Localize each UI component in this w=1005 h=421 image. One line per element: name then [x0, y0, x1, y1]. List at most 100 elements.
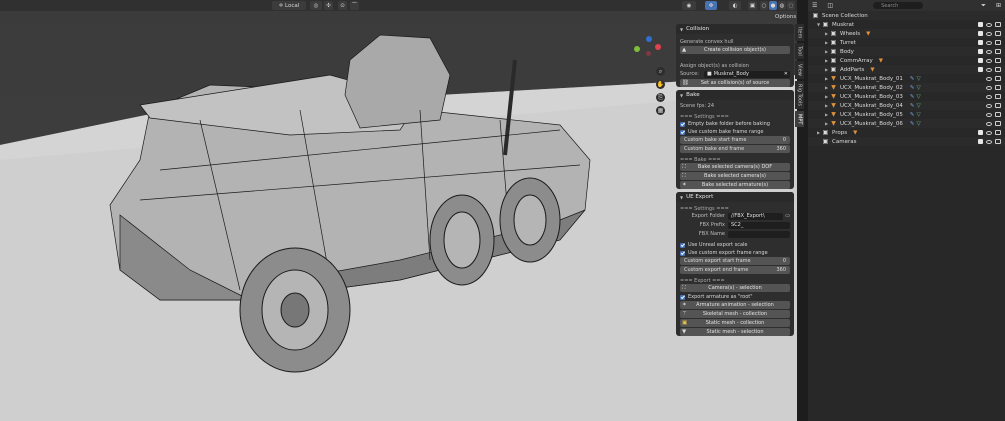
exclude-checkbox[interactable] [978, 58, 983, 63]
render-camera-icon[interactable] [995, 112, 1001, 117]
tab-item[interactable]: Item [795, 24, 804, 42]
clear-icon[interactable]: ✕ [784, 71, 788, 77]
export-armature-root-checkbox[interactable]: Export armature as "root" [676, 293, 794, 301]
collision-panel-header[interactable]: ▼ Collision [676, 24, 794, 34]
tab-view[interactable]: View [795, 61, 804, 79]
gizmo-toggle-icon[interactable]: ✥ [705, 1, 717, 10]
render-camera-icon[interactable] [995, 139, 1001, 144]
export-folder-field[interactable]: //FBX_Export\ [728, 212, 784, 220]
zoom-icon[interactable]: ⌕ [656, 67, 665, 76]
set-collision-button[interactable]: ⛓ Set as collision(s) of source [680, 79, 790, 87]
filter-icon[interactable]: ⏷ [981, 2, 986, 10]
axis-neg-icon[interactable] [646, 51, 651, 56]
source-field[interactable]: ■ Muskrat_Body ✕ [704, 70, 790, 78]
custom-bake-range-checkbox[interactable]: Use custom bake frame range [676, 128, 794, 136]
outliner-row-turret[interactable]: ▶ ▣ Turret [808, 38, 1005, 47]
outliner-row-addparts[interactable]: ▶ ▣ AddParts ▼ [808, 65, 1005, 74]
outliner-row-muskrat[interactable]: ▼ ▣ Muskrat [808, 20, 1005, 29]
outliner-row-ucx-03[interactable]: ▶ ▼ UCX_Muskrat_Body_03 ✎ ▽ [808, 92, 1005, 101]
render-camera-icon[interactable] [995, 22, 1001, 27]
outliner-row-body[interactable]: ▶ ▣ Body [808, 47, 1005, 56]
visibility-icon[interactable]: ◉ [682, 1, 696, 10]
3d-viewport[interactable]: ✛ Local ◎ ✣ ⊙ ⁀ ◉ ✥ ◐ ▣ ○ ● ◍ ◌ Options … [0, 0, 797, 421]
unreal-scale-checkbox[interactable]: Use Unreal export scale [676, 241, 794, 249]
outliner-row-ucx-06[interactable]: ▶ ▼ UCX_Muskrat_Body_06 ✎ ▽ [808, 119, 1005, 128]
outliner-row-cameras[interactable]: ▣ Cameras [808, 137, 1005, 146]
fbx-name-field[interactable] [728, 230, 790, 238]
eye-icon[interactable] [986, 49, 992, 54]
eye-icon[interactable] [986, 94, 992, 99]
render-camera-icon[interactable] [995, 85, 1001, 90]
eye-icon[interactable] [986, 76, 992, 81]
axis-x-icon[interactable] [655, 44, 661, 50]
navigation-gizmo[interactable] [632, 36, 664, 60]
proportional-edit-icon[interactable]: ⊙ [338, 1, 347, 10]
eye-icon[interactable] [986, 85, 992, 90]
outliner-row-ucx-04[interactable]: ▶ ▼ UCX_Muskrat_Body_04 ✎ ▽ [808, 101, 1005, 110]
eye-icon[interactable] [986, 130, 992, 135]
outliner-search-input[interactable]: Search [873, 2, 924, 9]
eye-icon[interactable] [986, 31, 992, 36]
tab-mpt[interactable]: MPT [795, 110, 804, 128]
static-mesh-selection-button[interactable]: ▼ Static mesh - selection [680, 328, 790, 336]
outliner-row-ucx-02[interactable]: ▶ ▼ UCX_Muskrat_Body_02 ✎ ▽ [808, 83, 1005, 92]
tab-rig-tools[interactable]: Rig Tools [795, 80, 804, 109]
outliner-row-scene-collection[interactable]: ▣ Scene Collection [808, 11, 1005, 20]
bake-cameras-button[interactable]: ⛶ Bake selected camera(s) [680, 172, 790, 180]
outliner-row-props[interactable]: ▶ ▣ Props ▼ [808, 128, 1005, 137]
render-camera-icon[interactable] [995, 76, 1001, 81]
custom-export-range-checkbox[interactable]: Use custom export frame range [676, 249, 794, 257]
export-end-frame-field[interactable]: Custom export end frame 360 [680, 266, 790, 274]
outliner-row-ucx-01[interactable]: ▶ ▼ UCX_Muskrat_Body_01 ✎ ▽ [808, 74, 1005, 83]
exclude-checkbox[interactable] [978, 40, 983, 45]
exclude-checkbox[interactable] [978, 130, 983, 135]
render-camera-icon[interactable] [995, 31, 1001, 36]
bake-armatures-button[interactable]: ✶ Bake selected armature(s) [680, 181, 790, 189]
eye-icon[interactable] [986, 139, 992, 144]
eye-icon[interactable] [986, 121, 992, 126]
eye-icon[interactable] [986, 112, 992, 117]
outliner-row-commarray[interactable]: ▶ ▣ CommArray ▼ [808, 56, 1005, 65]
xray-icon[interactable]: ▣ [748, 1, 757, 10]
outliner-row-ucx-05[interactable]: ▶ ▼ UCX_Muskrat_Body_05 ✎ ▽ [808, 110, 1005, 119]
shading-solid-icon[interactable]: ● [769, 1, 777, 10]
options-dropdown[interactable]: Options [772, 12, 797, 21]
render-camera-icon[interactable] [995, 103, 1001, 108]
snap-icon[interactable]: ✣ [324, 1, 333, 10]
axis-z-icon[interactable] [646, 36, 652, 42]
render-camera-icon[interactable] [995, 58, 1001, 63]
exclude-checkbox[interactable] [978, 139, 983, 144]
new-collection-icon[interactable]: ⊞ [996, 2, 1001, 9]
skeletal-mesh-button[interactable]: ⚚ Skeletal mesh - collection [680, 310, 790, 318]
shading-rendered-icon[interactable]: ◌ [787, 1, 795, 10]
render-camera-icon[interactable] [995, 94, 1001, 99]
outliner-row-wheels[interactable]: ▶ ▣ Wheels ▼ [808, 29, 1005, 38]
eye-icon[interactable] [986, 58, 992, 63]
create-collision-button[interactable]: ▲ Create collision object(s) [680, 46, 790, 54]
render-camera-icon[interactable] [995, 67, 1001, 72]
eye-icon[interactable] [986, 67, 992, 72]
display-mode-icon[interactable]: ☰ [812, 2, 817, 9]
render-camera-icon[interactable] [995, 130, 1001, 135]
shading-wireframe-icon[interactable]: ○ [760, 1, 768, 10]
bake-end-frame-field[interactable]: Custom bake end frame 360 [680, 145, 790, 153]
exclude-checkbox[interactable] [978, 31, 983, 36]
export-cameras-button[interactable]: ⛶ Camera(s) - selection [680, 284, 790, 292]
eye-icon[interactable] [986, 22, 992, 27]
eye-icon[interactable] [986, 103, 992, 108]
orientation-dropdown[interactable]: ✛ Local [272, 1, 306, 10]
bake-panel-header[interactable]: ▼ Bake [676, 90, 794, 100]
export-start-frame-field[interactable]: Custom export start frame 0 [680, 257, 790, 265]
bake-start-frame-field[interactable]: Custom bake start frame 0 [680, 136, 790, 144]
shading-material-icon[interactable]: ◍ [778, 1, 786, 10]
camera-view-icon[interactable]: ⎘ [656, 93, 665, 102]
axis-y-icon[interactable] [634, 46, 640, 52]
exclude-checkbox[interactable] [978, 22, 983, 27]
ue-export-panel-header[interactable]: ▼ UE Export [676, 192, 794, 202]
exclude-checkbox[interactable] [978, 49, 983, 54]
folder-icon[interactable]: ▭ [785, 213, 790, 219]
empty-folder-checkbox[interactable]: Empty bake folder before baking [676, 120, 794, 128]
grid-view-icon[interactable]: ▦ [656, 106, 665, 115]
falloff-icon[interactable]: ⁀ [350, 1, 359, 10]
static-mesh-collection-button[interactable]: ▣ Static mesh - collection [680, 319, 790, 327]
